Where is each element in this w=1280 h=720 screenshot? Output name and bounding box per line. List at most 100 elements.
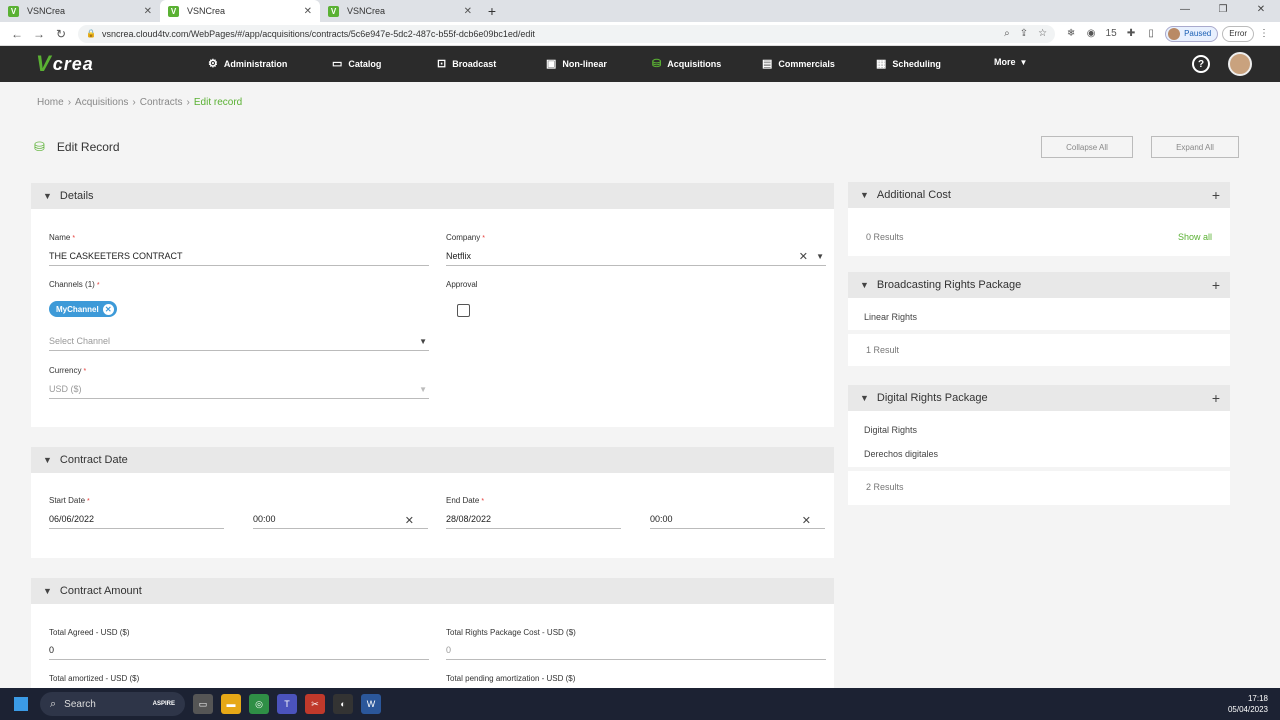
task-view-icon[interactable]: ▭ bbox=[193, 694, 213, 714]
total-rights-cost-label: Total Rights Package Cost - USD ($) bbox=[446, 628, 576, 637]
breadcrumb-separator: › bbox=[132, 97, 136, 108]
add-icon[interactable]: + bbox=[1212, 187, 1220, 203]
restore-icon[interactable]: ❐ bbox=[1204, 0, 1242, 22]
reload-icon[interactable]: ↻ bbox=[50, 27, 72, 41]
obs-icon[interactable]: ◐ bbox=[333, 694, 353, 714]
details-header[interactable]: ▼ Details bbox=[31, 183, 834, 209]
add-icon[interactable]: + bbox=[1212, 277, 1220, 293]
chrome-icon[interactable]: ◎ bbox=[249, 694, 269, 714]
list-item[interactable]: Derechos digitales bbox=[864, 449, 938, 459]
tab-close-icon[interactable]: ✕ bbox=[304, 6, 312, 17]
broadcasting-rights-header[interactable]: ▼ Broadcasting Rights Package + bbox=[848, 272, 1230, 298]
end-date-label: End Date * bbox=[446, 496, 485, 505]
browser-tab[interactable]: V VSNCrea ✕ bbox=[0, 0, 160, 22]
contract-date-header[interactable]: ▼ Contract Date bbox=[31, 447, 834, 473]
user-avatar[interactable] bbox=[1228, 52, 1252, 76]
breadcrumb-acquisitions[interactable]: Acquisitions bbox=[75, 97, 128, 108]
browser-tab-active[interactable]: V VSNCrea ✕ bbox=[160, 0, 320, 22]
error-button[interactable]: Error bbox=[1222, 25, 1254, 42]
total-agreed-input[interactable]: 0 bbox=[49, 645, 429, 660]
caret-down-icon[interactable]: ▼ bbox=[419, 337, 427, 346]
breadcrumb-contracts[interactable]: Contracts bbox=[140, 97, 183, 108]
clear-icon[interactable]: ✕ bbox=[802, 514, 811, 527]
close-window-icon[interactable]: ✕ bbox=[1242, 0, 1280, 22]
chevron-down-icon: ▼ bbox=[43, 586, 52, 596]
profile-button[interactable]: Paused bbox=[1165, 25, 1219, 42]
share-icon[interactable]: ⇪ bbox=[1020, 28, 1028, 39]
caret-down-icon[interactable]: ▼ bbox=[816, 252, 824, 261]
clear-icon[interactable]: ✕ bbox=[799, 250, 808, 263]
nav-label: Scheduling bbox=[892, 58, 941, 69]
help-icon[interactable]: ? bbox=[1192, 55, 1210, 73]
start-time-input[interactable]: 00:00 ✕ bbox=[253, 514, 428, 529]
digital-rights-header[interactable]: ▼ Digital Rights Package + bbox=[848, 385, 1230, 411]
section-title: Digital Rights Package bbox=[876, 392, 988, 404]
extension-badge[interactable]: 15 bbox=[1101, 28, 1121, 39]
windows-start-icon[interactable] bbox=[14, 697, 28, 711]
tab-close-icon[interactable]: ✕ bbox=[464, 6, 472, 17]
nav-broadcast[interactable]: ⊡ Broadcast bbox=[437, 57, 496, 70]
section-title: Contract Date bbox=[59, 454, 128, 466]
sidepanel-icon[interactable]: ▯ bbox=[1141, 28, 1161, 39]
list-item[interactable]: Linear Rights bbox=[864, 312, 917, 322]
puzzle-icon[interactable]: ✚ bbox=[1121, 28, 1141, 39]
nav-acquisitions[interactable]: ⛁ Acquisitions bbox=[652, 57, 721, 70]
collapse-all-button[interactable]: Collapse All bbox=[1041, 136, 1133, 158]
contract-amount-header[interactable]: ▼ Contract Amount bbox=[31, 578, 834, 604]
breadcrumb-home[interactable]: Home bbox=[37, 97, 64, 108]
nav-non-linear[interactable]: ▣ Non-linear bbox=[546, 57, 607, 70]
name-input[interactable]: THE CASKEETERS CONTRACT bbox=[49, 251, 429, 266]
company-select[interactable]: Netflix ✕ ▼ bbox=[446, 251, 826, 266]
nav-administration[interactable]: ⚙ Administration bbox=[208, 57, 287, 70]
browser-tab[interactable]: V VSNCrea ✕ bbox=[320, 0, 480, 22]
list-item[interactable]: Digital Rights bbox=[864, 425, 917, 435]
digital-rights-section: ▼ Digital Rights Package + Digital Right… bbox=[848, 385, 1230, 505]
start-date-input[interactable]: 06/06/2022 bbox=[49, 514, 224, 529]
add-icon[interactable]: + bbox=[1212, 390, 1220, 406]
vcrea-logo[interactable]: V crea bbox=[0, 51, 200, 77]
extension-snowflake-icon[interactable]: ❄ bbox=[1061, 28, 1081, 39]
system-clock[interactable]: 17:18 05/04/2023 bbox=[1228, 693, 1268, 715]
menu-kebab-icon[interactable]: ⋮ bbox=[1254, 28, 1274, 39]
file-explorer-icon[interactable]: ▬ bbox=[221, 694, 241, 714]
start-date-label: Start Date * bbox=[49, 496, 90, 505]
nav-label: Broadcast bbox=[452, 58, 497, 69]
url-omnibox[interactable]: 🔒 vsncrea.cloud4tv.com/WebPages/#/app/ac… bbox=[78, 24, 1056, 43]
nav-scheduling[interactable]: ▦ Scheduling bbox=[876, 57, 941, 70]
word-icon[interactable]: W bbox=[361, 694, 381, 714]
nav-label: Administration bbox=[223, 58, 288, 69]
channel-chip: MyChannel ✕ bbox=[49, 301, 117, 317]
play-screen-icon: ▣ bbox=[546, 58, 557, 70]
minimize-icon[interactable]: — bbox=[1166, 0, 1204, 22]
calendar-icon: ▦ bbox=[876, 58, 887, 70]
tab-title: VSNCrea bbox=[187, 6, 226, 16]
nav-commercials[interactable]: ▤ Commercials bbox=[762, 57, 835, 70]
additional-cost-header[interactable]: ▼ Additional Cost + bbox=[848, 182, 1230, 208]
select-channel-dropdown[interactable]: Select Channel ▼ bbox=[49, 336, 429, 351]
taskbar-search[interactable]: ⌕ Search ASPIRE bbox=[40, 692, 185, 716]
approval-checkbox[interactable] bbox=[457, 304, 470, 317]
expand-all-button[interactable]: Expand All bbox=[1151, 136, 1239, 158]
end-date-input[interactable]: 28/08/2022 bbox=[446, 514, 621, 529]
bookmark-star-icon[interactable]: ☆ bbox=[1038, 28, 1047, 39]
currency-select[interactable]: USD ($) ▼ bbox=[49, 384, 429, 399]
back-arrow-icon[interactable]: ← bbox=[6, 27, 28, 41]
nav-label: Acquisitions bbox=[667, 58, 722, 69]
tab-close-icon[interactable]: ✕ bbox=[144, 6, 152, 17]
show-all-link[interactable]: Show all bbox=[1178, 232, 1212, 242]
url-text: vsncrea.cloud4tv.com/WebPages/#/app/acqu… bbox=[101, 28, 535, 39]
chevron-down-icon: ▼ bbox=[43, 191, 52, 201]
teams-icon[interactable]: T bbox=[277, 694, 297, 714]
nav-label: More bbox=[994, 57, 1016, 67]
forward-arrow-icon[interactable]: → bbox=[28, 27, 50, 41]
snipping-tool-icon[interactable]: ✂ bbox=[305, 694, 325, 714]
extension-icon[interactable]: ◉ bbox=[1081, 28, 1101, 39]
chip-remove-icon[interactable]: ✕ bbox=[102, 303, 114, 315]
end-time-input[interactable]: 00:00 ✕ bbox=[650, 514, 825, 529]
nav-catalog[interactable]: ▭ Catalog bbox=[332, 57, 381, 70]
clear-icon[interactable]: ✕ bbox=[405, 514, 414, 527]
new-tab-button[interactable]: + bbox=[480, 0, 504, 22]
nav-more[interactable]: More ▼ bbox=[994, 57, 1027, 67]
section-title: Details bbox=[59, 190, 94, 202]
zoom-icon[interactable]: ⌕ bbox=[1004, 28, 1010, 39]
